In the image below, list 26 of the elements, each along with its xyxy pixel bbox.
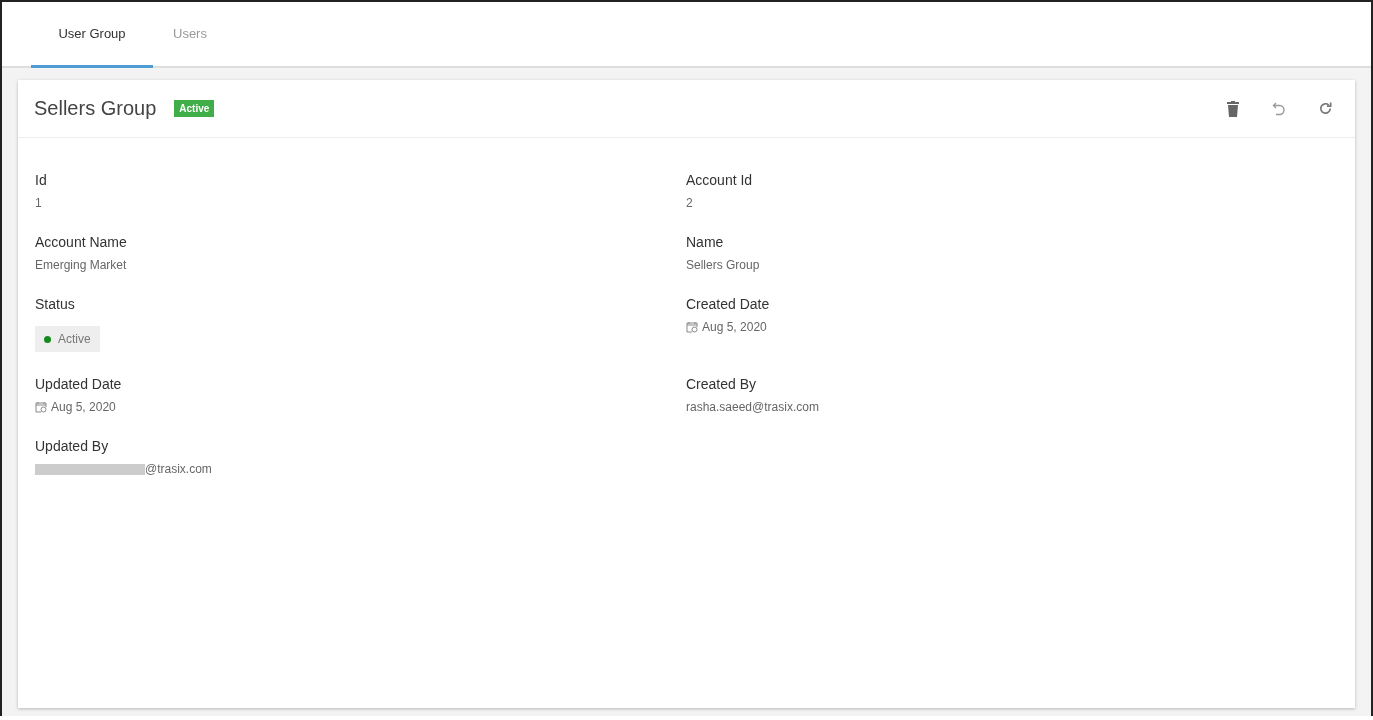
field-label: Status bbox=[35, 296, 75, 312]
field-label: Name bbox=[686, 234, 724, 250]
field-label: Created By bbox=[686, 376, 757, 392]
refresh-icon bbox=[1317, 101, 1333, 116]
field-label: Account Id bbox=[686, 172, 753, 188]
calendar-clock-icon bbox=[686, 321, 698, 333]
field-value: Emerging Market bbox=[35, 258, 127, 272]
calendar-clock-icon bbox=[35, 401, 47, 413]
field-label: Account Name bbox=[35, 234, 127, 250]
tab[interactable]: User Group bbox=[31, 2, 153, 68]
field-value: 1 bbox=[35, 196, 42, 210]
date-text: Aug 5, 2020 bbox=[51, 400, 116, 414]
group-title: Sellers Group bbox=[34, 97, 157, 120]
trash-icon bbox=[1227, 100, 1239, 117]
email-text: @trasix.com bbox=[145, 462, 212, 476]
field-value: rasha.saeed@trasix.com bbox=[686, 400, 819, 414]
field-label: Updated Date bbox=[35, 376, 122, 392]
field-label: Created Date bbox=[686, 296, 770, 312]
field-value: 2 bbox=[686, 196, 693, 210]
undo-icon bbox=[1272, 100, 1286, 117]
field-value: Sellers Group bbox=[686, 258, 760, 272]
status-text: Active bbox=[58, 332, 91, 346]
status-badge: Active bbox=[174, 100, 215, 117]
field-label: Updated By bbox=[35, 438, 109, 454]
date-text: Aug 5, 2020 bbox=[702, 320, 767, 334]
field-label: Id bbox=[35, 172, 47, 188]
